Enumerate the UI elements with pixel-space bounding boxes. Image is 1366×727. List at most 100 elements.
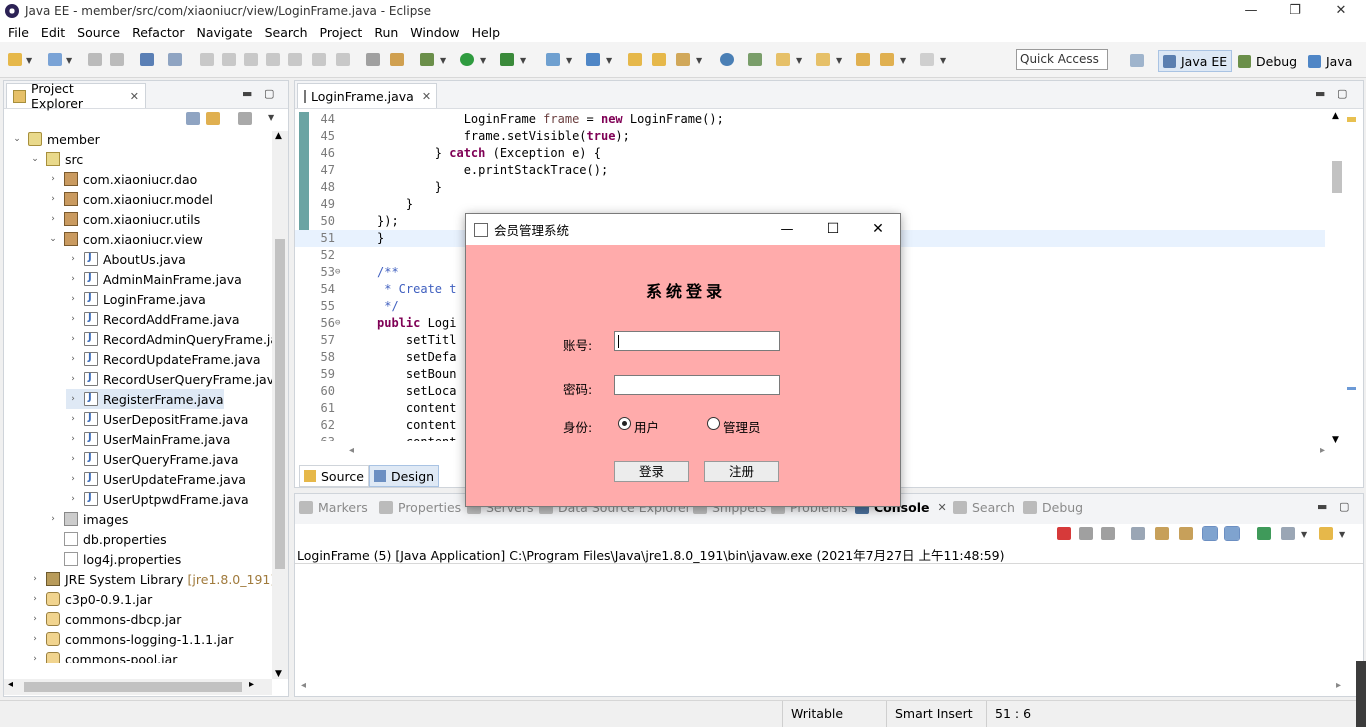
minimize-icon[interactable]: — (766, 214, 808, 245)
display-console-dropdown-icon[interactable]: ▼ (1301, 530, 1307, 539)
external-tools-icon[interactable] (500, 53, 514, 66)
chevron-right-icon[interactable]: › (66, 434, 80, 444)
menu-source[interactable]: Source (71, 25, 126, 40)
tree-item[interactable]: ⌄ com.xiaoniucr.view (46, 229, 203, 249)
chevron-right-icon[interactable]: › (66, 374, 80, 384)
fold-icon[interactable]: ⊖ (335, 315, 340, 332)
chevron-right-icon[interactable]: › (66, 414, 80, 424)
overview-ruler-marker[interactable] (1347, 387, 1356, 390)
tree-item[interactable]: › RecordAddFrame.java (66, 309, 239, 329)
login-button[interactable]: 登录 (614, 461, 689, 482)
open-perspective-icon[interactable] (1130, 54, 1144, 67)
scroll-right-icon[interactable]: ▸ (1320, 445, 1325, 456)
next-edit-icon[interactable] (776, 53, 790, 66)
tree-item[interactable]: › commons-pool.jar (28, 649, 177, 663)
close-icon[interactable]: ✕ (130, 90, 139, 103)
tree-item[interactable]: › com.xiaoniucr.model (46, 189, 213, 209)
toggle-mark-icon[interactable] (366, 53, 380, 66)
next-annotation-icon[interactable] (748, 53, 762, 66)
scroll-left-icon[interactable]: ◂ (349, 445, 354, 456)
menu-window[interactable]: Window (404, 25, 465, 40)
run-dropdown-icon[interactable]: ▼ (480, 56, 486, 65)
tab-design[interactable]: Design (368, 465, 440, 487)
tree-item[interactable]: › RecordUserQueryFrame.java (66, 369, 272, 389)
maximize-icon[interactable]: ▢ (264, 87, 274, 100)
chevron-right-icon[interactable]: › (66, 454, 80, 464)
chevron-right-icon[interactable]: › (28, 634, 42, 644)
tree-item[interactable]: › c3p0-0.9.1.jar (28, 589, 152, 609)
scroll-up-icon[interactable]: ▲ (1332, 111, 1339, 121)
tree-item[interactable]: › UserUpdateFrame.java (66, 469, 246, 489)
scrollbar-thumb[interactable] (24, 682, 242, 692)
remove-launch-icon[interactable] (1079, 527, 1093, 540)
chevron-down-icon[interactable]: ⌄ (28, 154, 42, 164)
chevron-right-icon[interactable]: › (66, 254, 80, 264)
role-admin-label[interactable]: 管理员 (723, 417, 761, 436)
scrollbar-thumb[interactable] (1332, 161, 1342, 193)
new-dropdown-icon[interactable]: ▼ (26, 56, 32, 65)
menu-navigate[interactable]: Navigate (191, 25, 259, 40)
step-over-icon[interactable] (312, 53, 326, 66)
tree-item[interactable]: › RecordUpdateFrame.java (66, 349, 260, 369)
new-java-class-dropdown-icon[interactable]: ▼ (606, 56, 612, 65)
code-line[interactable]: 49 } (295, 196, 1325, 213)
tree-item[interactable]: log4j.properties (46, 549, 181, 569)
fold-icon[interactable]: ⊖ (335, 264, 340, 281)
code-line[interactable]: 46 } catch (Exception e) { (295, 145, 1325, 162)
skip-breakpoints-icon[interactable] (168, 53, 182, 66)
menu-help[interactable]: Help (466, 25, 507, 40)
minimize-icon[interactable]: ▬ (242, 87, 252, 100)
annotation-icon[interactable] (390, 53, 404, 66)
tree-item[interactable]: › UserDepositFrame.java (66, 409, 248, 429)
view-menu-icon[interactable]: ▼ (268, 113, 274, 122)
tree-item[interactable]: ⌄ src (28, 149, 83, 169)
new-icon[interactable] (8, 53, 22, 66)
previous-edit-dropdown-icon[interactable]: ▼ (836, 56, 842, 65)
step-into-icon[interactable] (288, 53, 302, 66)
code-line[interactable]: 45 frame.setVisible(true); (295, 128, 1325, 145)
tree-item[interactable]: › AboutUs.java (66, 249, 186, 269)
chevron-down-icon[interactable]: ⌄ (10, 134, 24, 144)
tab-search[interactable]: Search (953, 500, 1015, 515)
code-line[interactable]: 47 e.printStackTrace(); (295, 162, 1325, 179)
open-console-icon[interactable] (1319, 527, 1333, 540)
next-edit-dropdown-icon[interactable]: ▼ (796, 56, 802, 65)
tree-item[interactable]: ⌄ member (10, 129, 100, 149)
new-project-dropdown-icon[interactable]: ▼ (66, 56, 72, 65)
tree-item[interactable]: db.properties (46, 529, 167, 549)
tab-login-frame-java[interactable]: LoginFrame.java ✕ (297, 83, 437, 108)
chevron-right-icon[interactable]: › (66, 354, 80, 364)
scroll-lock-icon[interactable] (1155, 527, 1169, 540)
perspective-java[interactable]: Java (1304, 50, 1356, 72)
chevron-right-icon[interactable]: › (28, 574, 42, 584)
chevron-right-icon[interactable]: › (66, 394, 80, 404)
chevron-right-icon[interactable]: › (66, 474, 80, 484)
clear-console-icon[interactable] (1131, 527, 1145, 540)
show-console-on-stdout-icon[interactable] (1202, 526, 1218, 541)
tab-debug[interactable]: Debug (1023, 500, 1083, 515)
menu-refactor[interactable]: Refactor (126, 25, 190, 40)
scroll-right-icon[interactable]: ▸ (1336, 680, 1341, 691)
close-icon[interactable]: ✕ (1318, 0, 1364, 22)
back-dropdown-icon[interactable]: ▼ (900, 56, 906, 65)
search-icon[interactable] (676, 53, 690, 66)
project-explorer-hscrollbar[interactable]: ◂ ▸ (4, 679, 272, 695)
scroll-left-icon[interactable]: ◂ (301, 680, 306, 691)
disconnect-icon[interactable] (266, 53, 280, 66)
scroll-down-icon[interactable]: ▼ (1332, 435, 1339, 445)
scroll-down-icon[interactable]: ▼ (275, 669, 282, 679)
tree-item[interactable]: › LoginFrame.java (66, 289, 206, 309)
terminate-icon[interactable] (244, 53, 258, 66)
forward-dropdown-icon[interactable]: ▼ (940, 56, 946, 65)
code-line[interactable]: 44 LoginFrame frame = new LoginFrame(); (295, 111, 1325, 128)
external-tools-dropdown-icon[interactable]: ▼ (520, 56, 526, 65)
new-java-project-dropdown-icon[interactable]: ▼ (566, 56, 572, 65)
open-console-icon[interactable] (140, 53, 154, 66)
maximize-icon[interactable]: ▢ (1337, 87, 1347, 100)
word-wrap-icon[interactable] (1179, 527, 1193, 540)
save-all-icon[interactable] (110, 53, 124, 66)
chevron-right-icon[interactable]: › (46, 214, 60, 224)
chevron-right-icon[interactable]: › (28, 614, 42, 624)
tree-item[interactable]: › UserMainFrame.java (66, 429, 230, 449)
menu-file[interactable]: File (2, 25, 35, 40)
